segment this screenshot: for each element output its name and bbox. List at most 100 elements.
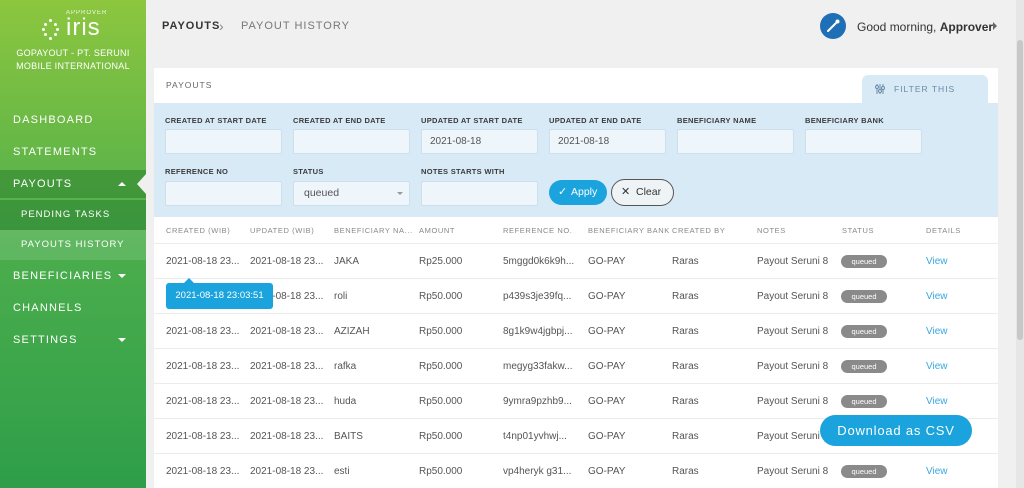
updated-cell: 2021-08-18 23... [250, 326, 324, 337]
amount-cell: Rp50.000 [419, 326, 463, 337]
beneficiary-bank-input[interactable] [805, 129, 922, 154]
updated-cell: 2021-08-18 23... [250, 466, 324, 477]
created-start-input[interactable] [165, 129, 282, 154]
column-header-updated[interactable]: UPDATED (WIB) [250, 226, 314, 235]
view-link[interactable]: View [926, 361, 948, 372]
created-end-input[interactable] [293, 129, 410, 154]
column-header-notes[interactable]: NOTES [757, 226, 786, 235]
created-by-cell: Raras [672, 291, 699, 302]
caret-right-icon[interactable] [993, 22, 997, 30]
table-row[interactable]: 2021-08-18 23... 2021-08-18 23... AZIZAH Rp… [154, 313, 998, 348]
column-header-beneficiary-name[interactable]: BENEFICIARY NA... [334, 226, 413, 235]
table-row[interactable]: 2021-08-18 23... 2021-08-18 23... rafka Rp5… [154, 348, 998, 383]
table-row[interactable]: 2021-08-18 23... 2021-08-18 23... JAKA Rp25… [154, 243, 998, 278]
table-row[interactable]: 2021-08-18 23... 2021-08-18 23... esti Rp50… [154, 453, 998, 488]
active-nav-notch [137, 174, 146, 194]
view-link[interactable]: View [926, 256, 948, 267]
status-badge: queued [841, 290, 887, 303]
column-header-created[interactable]: CREATED (WIB) [166, 226, 230, 235]
beneficiary-name-label: BENEFICIARY NAME [677, 116, 757, 125]
updated-start-label: UPDATED AT START DATE [421, 116, 523, 125]
column-header-amount[interactable]: AMOUNT [419, 226, 455, 235]
notes-label: NOTES STARTS WITH [421, 167, 505, 176]
user-name: Approver [939, 20, 994, 34]
status-select[interactable]: queued [293, 181, 410, 206]
greeting-text: Good morning, [857, 20, 940, 34]
updated-end-input[interactable] [549, 129, 666, 154]
apply-button[interactable]: ✓ Apply [549, 180, 607, 205]
status-label: STATUS [293, 167, 324, 176]
status-badge: queued [841, 465, 887, 478]
reference-cell: 8g1k9w4jgbpj... [503, 326, 573, 337]
notes-cell: Payout Seruni 8 [757, 326, 829, 337]
status-badge: queued [841, 325, 887, 338]
bank-cell: GO-PAY [588, 466, 626, 477]
column-header-bank[interactable]: BENEFICIARY BANK [588, 226, 670, 235]
beneficiary-name-cell: esti [334, 466, 350, 477]
amount-cell: Rp50.000 [419, 291, 463, 302]
notes-cell: Payout Seruni 8 [757, 291, 829, 302]
sidebar-item-payouts[interactable]: PAYOUTS [0, 170, 146, 198]
filter-table-tab[interactable]: FILTER THIS TABLE [862, 75, 988, 122]
sidebar-item-label: BENEFICIARIES [13, 270, 113, 282]
reference-no-input[interactable] [165, 181, 282, 206]
sidebar-item-payouts-history[interactable]: PAYOUTS HISTORY [0, 230, 146, 260]
logo-dots-icon [42, 19, 60, 40]
table-row[interactable]: 2021-08-18 23... 2021-08-18 23... huda Rp50… [154, 383, 998, 418]
view-link[interactable]: View [926, 326, 948, 337]
created-cell: 2021-08-18 23... [166, 361, 240, 372]
sidebar-item-label: CHANNELS [13, 302, 83, 314]
view-link[interactable]: View [926, 466, 948, 477]
chevron-down-icon [397, 192, 403, 195]
sidebar-item-pending-tasks[interactable]: PENDING TASKS [0, 200, 146, 230]
created-cell: 2021-08-18 23... [166, 256, 240, 267]
beneficiary-name-cell: BAITS [334, 431, 363, 442]
sidebar-item-label: STATEMENTS [13, 146, 98, 158]
amount-cell: Rp50.000 [419, 466, 463, 477]
column-header-status[interactable]: STATUS [842, 226, 874, 235]
sidebar-item-channels[interactable]: CHANNELS [0, 294, 146, 322]
beneficiary-name-input[interactable] [677, 129, 794, 154]
column-header-reference[interactable]: REFERENCE NO. [503, 226, 572, 235]
breadcrumb-payout-history: PAYOUT HISTORY [241, 20, 350, 32]
scrollbar-thumb[interactable] [1017, 40, 1023, 340]
sliders-icon [875, 84, 885, 94]
notes-cell: Payout Seruni 8 [757, 431, 829, 442]
notes-cell: Payout Seruni 8 [757, 361, 829, 372]
bank-cell: GO-PAY [588, 326, 626, 337]
apply-label: Apply [571, 186, 598, 198]
clear-button[interactable]: ✕ Clear [611, 179, 674, 206]
sidebar-item-beneficiaries[interactable]: BENEFICIARIES [0, 262, 146, 290]
download-csv-button[interactable]: Download as CSV [820, 415, 972, 446]
updated-start-input[interactable] [421, 129, 538, 154]
updated-cell: 2021-08-18 23... [250, 256, 324, 267]
created-by-cell: Raras [672, 396, 699, 407]
amount-cell: Rp25.000 [419, 256, 463, 267]
bank-cell: GO-PAY [588, 396, 626, 407]
iris-logo[interactable]: APPROVER iris [42, 10, 112, 41]
notes-cell: Payout Seruni 8 [757, 466, 829, 477]
table-row[interactable]: 2021-08-18 23...2021-08-18 23...roliRp50… [154, 278, 998, 313]
sidebar-item-statements[interactable]: STATEMENTS [0, 138, 146, 166]
column-header-created-by[interactable]: CREATED BY [672, 226, 725, 235]
bank-cell: GO-PAY [588, 256, 626, 267]
brush-icon [827, 19, 840, 32]
beneficiary-name-cell: roli [334, 291, 348, 302]
beneficiary-name-cell: huda [334, 396, 357, 407]
notes-input[interactable] [421, 181, 538, 206]
sidebar: APPROVER iris GOPAYOUT - PT. SERUNI MOBI… [0, 0, 146, 488]
view-link[interactable]: View [926, 396, 948, 407]
sidebar-item-settings[interactable]: SETTINGS [0, 326, 146, 354]
reference-cell: t4np01yvhwj... [503, 431, 567, 442]
company-name: GOPAYOUT - PT. SERUNI MOBILE INTERNATION… [16, 48, 130, 71]
sidebar-item-label: SETTINGS [13, 334, 78, 346]
updated-end-label: UPDATED AT END DATE [549, 116, 642, 125]
chevron-right-icon: › [219, 18, 224, 34]
sidebar-item-dashboard[interactable]: DASHBOARD [0, 106, 146, 134]
view-link[interactable]: View [926, 291, 948, 302]
greeting[interactable]: Good morning, Approver [857, 20, 993, 34]
chevron-down-icon [118, 338, 126, 342]
breadcrumb-payouts[interactable]: PAYOUTS [162, 20, 220, 32]
notes-cell: Payout Seruni 8 [757, 256, 829, 267]
avatar[interactable] [820, 13, 846, 39]
